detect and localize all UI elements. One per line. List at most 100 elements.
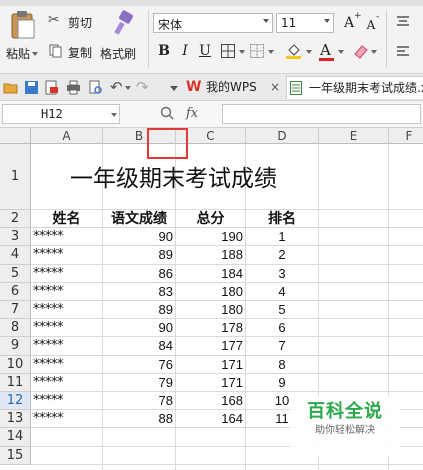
close-icon[interactable]: ×	[270, 76, 280, 99]
open-folder-icon[interactable]	[3, 80, 18, 95]
underline-button[interactable]: U	[196, 42, 214, 60]
row-header-13[interactable]: 13	[0, 410, 31, 429]
student-name-cell[interactable]: *****	[33, 246, 100, 264]
clear-format-button[interactable]	[352, 42, 378, 62]
select-all-corner[interactable]	[0, 128, 31, 144]
row-header-9[interactable]: 9	[0, 337, 31, 356]
chinese-score-cell[interactable]: 84	[105, 337, 173, 355]
zoom-lookup-icon[interactable]	[160, 106, 174, 120]
export-pdf-icon[interactable]	[44, 80, 59, 95]
rank-cell[interactable]: 8	[248, 356, 316, 374]
row-header-14[interactable]: 14	[0, 428, 31, 447]
row-header-2[interactable]: 2	[0, 210, 31, 229]
student-name-cell[interactable]: *****	[33, 392, 100, 410]
total-score-cell[interactable]: 171	[178, 356, 243, 374]
row-header-1[interactable]: 1	[0, 144, 31, 210]
student-name-cell[interactable]: *****	[33, 319, 100, 337]
paste-button[interactable]: 粘贴	[2, 8, 42, 70]
student-name-cell[interactable]: *****	[33, 356, 100, 374]
chinese-score-cell[interactable]: 79	[105, 374, 173, 392]
name-box[interactable]: H12	[2, 104, 120, 124]
table-header-cell[interactable]: 排名	[248, 210, 316, 228]
font-name-select[interactable]: 宋体	[153, 13, 273, 33]
chinese-score-cell[interactable]: 86	[105, 265, 173, 283]
chinese-score-cell[interactable]: 89	[105, 246, 173, 264]
row-header-5[interactable]: 5	[0, 264, 31, 283]
customize-toolbar-icon[interactable]	[170, 86, 178, 91]
student-name-cell[interactable]: *****	[33, 283, 100, 301]
tab-my-wps[interactable]: W 我的WPS ×	[184, 76, 288, 99]
formula-input[interactable]	[222, 104, 421, 124]
print-preview-icon[interactable]	[88, 80, 103, 95]
total-score-cell[interactable]: 171	[178, 374, 243, 392]
fill-color-button[interactable]	[285, 42, 313, 62]
total-score-cell[interactable]: 180	[178, 283, 243, 301]
total-score-cell[interactable]: 164	[178, 410, 243, 428]
bold-button[interactable]: B	[155, 42, 173, 60]
chinese-score-cell[interactable]: 83	[105, 283, 173, 301]
row-header-6[interactable]: 6	[0, 282, 31, 301]
table-header-cell[interactable]: 总分	[178, 210, 243, 228]
total-score-cell[interactable]: 184	[178, 265, 243, 283]
student-name-cell[interactable]: *****	[33, 301, 100, 319]
print-icon[interactable]	[66, 80, 81, 95]
merge-cells-button[interactable]	[249, 43, 275, 61]
rank-cell[interactable]: 7	[248, 337, 316, 355]
column-header-f[interactable]: F	[389, 128, 423, 144]
row-header-15[interactable]: 15	[0, 446, 31, 465]
font-size-select[interactable]: 11	[276, 13, 334, 33]
rank-cell[interactable]: 1	[248, 228, 316, 246]
table-header-cell[interactable]: 姓名	[33, 210, 100, 228]
copy-button[interactable]: 复制	[48, 42, 98, 62]
save-icon[interactable]	[24, 80, 39, 95]
student-name-cell[interactable]: *****	[33, 265, 100, 283]
chinese-score-cell[interactable]: 90	[105, 319, 173, 337]
total-score-cell[interactable]: 180	[178, 301, 243, 319]
borders-button[interactable]	[220, 43, 246, 61]
rank-cell[interactable]: 4	[248, 283, 316, 301]
format-painter-button[interactable]: 格式刷	[100, 8, 144, 70]
table-header-cell[interactable]: 语文成绩	[105, 210, 173, 228]
tab-document[interactable]: 一年级期末考试成绩.x	[286, 76, 423, 99]
row-header-11[interactable]: 11	[0, 373, 31, 392]
rank-cell[interactable]: 9	[248, 374, 316, 392]
chinese-score-cell[interactable]: 90	[105, 228, 173, 246]
fx-icon[interactable]: fx	[186, 106, 198, 121]
chinese-score-cell[interactable]: 78	[105, 392, 173, 410]
undo-icon[interactable]: ↶	[110, 78, 123, 96]
row-header-12[interactable]: 12	[0, 392, 31, 411]
cut-button[interactable]: ✂ 剪切	[48, 12, 98, 32]
student-name-cell[interactable]: *****	[33, 410, 100, 428]
row-header-3[interactable]: 3	[0, 228, 31, 247]
sheet-title[interactable]: 一年级期末考试成绩	[31, 160, 316, 198]
column-header-e[interactable]: E	[319, 128, 389, 144]
redo-icon[interactable]: ↷	[136, 78, 149, 96]
column-header-a[interactable]: A	[31, 128, 103, 144]
rank-cell[interactable]: 2	[248, 246, 316, 264]
chinese-score-cell[interactable]: 89	[105, 301, 173, 319]
rank-cell[interactable]: 5	[248, 301, 316, 319]
italic-button[interactable]: I	[176, 42, 194, 60]
font-color-button[interactable]: A	[318, 41, 346, 63]
student-name-cell[interactable]: *****	[33, 337, 100, 355]
total-score-cell[interactable]: 190	[178, 228, 243, 246]
total-score-cell[interactable]: 178	[178, 319, 243, 337]
total-score-cell[interactable]: 168	[178, 392, 243, 410]
row-header-8[interactable]: 8	[0, 319, 31, 338]
total-score-cell[interactable]: 177	[178, 337, 243, 355]
chinese-score-cell[interactable]: 88	[105, 410, 173, 428]
rank-cell[interactable]: 3	[248, 265, 316, 283]
align-top-button[interactable]	[395, 14, 411, 30]
undo-dropdown-icon[interactable]	[125, 86, 131, 90]
row-header-10[interactable]: 10	[0, 355, 31, 374]
student-name-cell[interactable]: *****	[33, 228, 100, 246]
rank-cell[interactable]: 6	[248, 319, 316, 337]
align-left-button[interactable]	[395, 44, 411, 60]
column-header-d[interactable]: D	[246, 128, 319, 144]
student-name-cell[interactable]: *****	[33, 374, 100, 392]
paste-dropdown-icon[interactable]	[32, 52, 38, 56]
row-header-4[interactable]: 4	[0, 246, 31, 265]
chinese-score-cell[interactable]: 76	[105, 356, 173, 374]
total-score-cell[interactable]: 188	[178, 246, 243, 264]
row-header-7[interactable]: 7	[0, 301, 31, 320]
